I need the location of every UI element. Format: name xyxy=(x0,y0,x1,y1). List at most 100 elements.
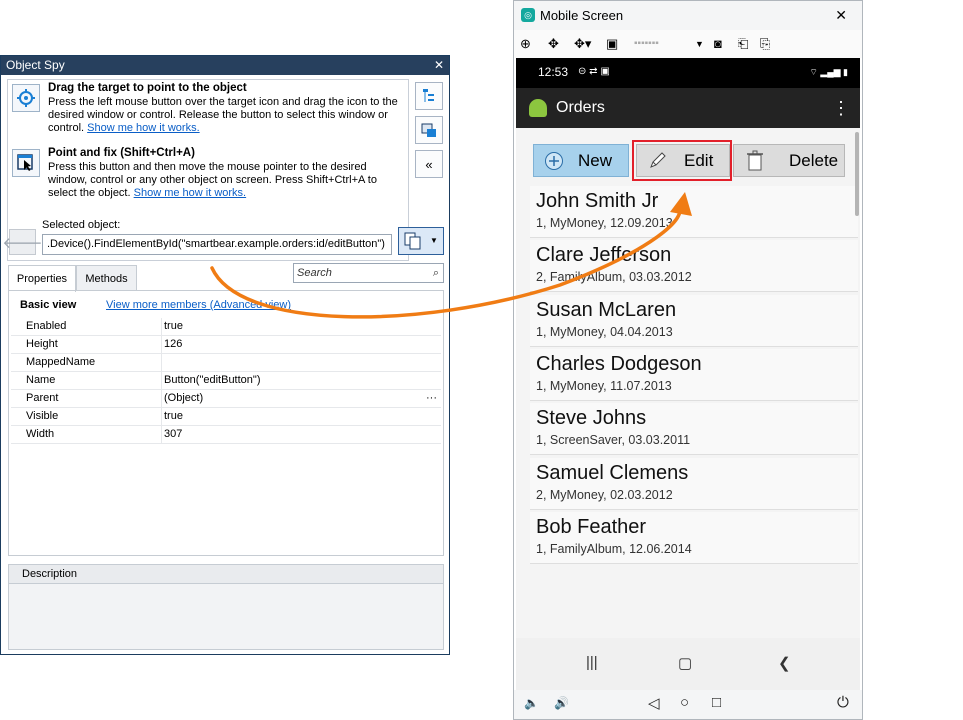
property-name: Name xyxy=(26,374,56,386)
property-value[interactable]: true xyxy=(161,408,443,425)
power-icon[interactable]: ⏻ xyxy=(837,694,849,711)
close-icon[interactable]: ✕ xyxy=(835,1,847,30)
overview-square-icon[interactable]: □ xyxy=(712,694,721,711)
android-icon xyxy=(529,99,547,117)
property-row[interactable]: Height 126 xyxy=(11,336,441,354)
list-item[interactable]: Charles Dodgeson 1, MyMoney, 11.07.2013 xyxy=(530,348,858,401)
object-browser-icon[interactable] xyxy=(415,116,443,144)
trash-icon xyxy=(746,150,764,182)
target-dropdown-icon[interactable]: ✥▾ xyxy=(574,35,591,53)
object-spy-title: Object Spy xyxy=(6,58,65,72)
app-icon: ◎ xyxy=(521,8,535,22)
zoom-in-icon[interactable]: ⊕ xyxy=(520,35,531,53)
host-controls-bar: 🔈 🔊 ◁ ○ □ ⏻ xyxy=(514,690,862,719)
properties-grid: Basic view View more members (Advanced v… xyxy=(8,290,444,556)
property-row[interactable]: Enabled true xyxy=(11,318,441,336)
back-icon[interactable]: ❮ xyxy=(778,654,791,672)
signal-battery-icon: ⌔ ▂▄▆ ▮ xyxy=(809,67,848,77)
screenshot-icon[interactable]: ◙ xyxy=(714,35,722,53)
delete-button[interactable]: Delete xyxy=(733,144,845,177)
order-customer: John Smith Jr xyxy=(536,190,659,212)
property-row[interactable]: Visible true xyxy=(11,408,441,426)
list-item[interactable]: Bob Feather 1, FamilyAlbum, 12.06.2014 xyxy=(530,511,858,564)
status-bar: 12:53 ⊝ ⇄ ▣ ⌔ ▂▄▆ ▮ xyxy=(516,58,860,88)
home-circle-icon[interactable]: ○ xyxy=(680,694,689,711)
action-bar: Orders ⋮ xyxy=(516,88,860,128)
overflow-menu-icon[interactable]: ⋮ xyxy=(832,88,850,128)
property-value[interactable]: true xyxy=(161,318,443,335)
mobile-screen-window: ◎ Mobile Screen ✕ ⊕ ✥ ✥▾ ▣ ▪▪▪▪▪▪▪ ▼ ◙ ⎗… xyxy=(513,0,863,720)
new-button[interactable]: New xyxy=(533,144,629,177)
device-selector[interactable]: ▪▪▪▪▪▪▪ xyxy=(634,35,659,53)
point-target-icon[interactable]: ✥ xyxy=(548,35,559,53)
drag-help-link[interactable]: Show me how it works. xyxy=(87,122,199,134)
back-triangle-icon[interactable]: ◁ xyxy=(648,694,660,712)
list-item[interactable]: Steve Johns 1, ScreenSaver, 03.03.2011 xyxy=(530,403,858,456)
order-customer: Charles Dodgeson xyxy=(536,352,702,375)
image-icon[interactable]: ▣ xyxy=(606,35,618,53)
tab-methods[interactable]: Methods xyxy=(76,265,137,291)
back-arrow-icon[interactable]: 🡐 xyxy=(2,229,43,255)
property-value[interactable] xyxy=(161,354,443,371)
device-screen: 12:53 ⊝ ⇄ ▣ ⌔ ▂▄▆ ▮ Orders ⋮ New Edit De… xyxy=(516,58,860,690)
property-name: Width xyxy=(26,428,55,440)
scrollbar[interactable] xyxy=(855,132,859,216)
rotate-device-icon[interactable]: ⎗ xyxy=(738,35,748,53)
selected-object-field[interactable]: .Device().FindElementById("smartbear.exa… xyxy=(42,234,392,255)
view-more-link[interactable]: View more members (Advanced view) xyxy=(106,299,291,311)
collapse-button[interactable]: « xyxy=(415,150,443,178)
order-detail: 1, MyMoney, 12.09.2013 xyxy=(536,216,673,230)
close-icon[interactable]: ✕ xyxy=(434,56,444,75)
property-value[interactable]: (Object) xyxy=(161,390,443,407)
order-customer: Bob Feather xyxy=(536,515,647,538)
basic-view-label: Basic view xyxy=(20,299,77,311)
chevron-down-icon[interactable]: ▼ xyxy=(695,35,704,53)
mobile-screen-title: Mobile Screen xyxy=(540,8,624,23)
property-value[interactable]: 126 xyxy=(161,336,443,353)
property-row[interactable]: Name Button("editButton") xyxy=(11,372,441,390)
target-crosshair-icon[interactable] xyxy=(12,84,40,112)
description-header: Description xyxy=(9,565,443,584)
order-customer: Susan McLaren xyxy=(536,298,677,321)
object-tree-icon[interactable] xyxy=(415,82,443,110)
new-button-label: New xyxy=(578,151,613,170)
list-item[interactable]: Susan McLaren 1, MyMoney, 04.04.2013 xyxy=(530,294,858,347)
recent-apps-icon[interactable]: ||| xyxy=(586,654,598,671)
tab-properties[interactable]: Properties xyxy=(8,265,76,292)
plus-circle-icon xyxy=(544,150,564,181)
list-item[interactable]: John Smith Jr 1, MyMoney, 12.09.2013 xyxy=(530,186,858,238)
chevron-down-icon[interactable]: ▼ xyxy=(430,236,438,245)
app-title: Orders xyxy=(556,99,605,116)
property-value[interactable]: 307 xyxy=(161,426,443,443)
list-item[interactable]: Clare Jefferson 2, FamilyAlbum, 03.03.201… xyxy=(530,240,858,293)
property-name: Parent xyxy=(26,392,59,404)
android-nav-bar: ||| ▢ ❮ xyxy=(516,638,860,690)
selected-object-label: Selected object: xyxy=(42,219,121,231)
volume-up-icon[interactable]: 🔊 xyxy=(554,696,569,710)
property-row[interactable]: MappedName xyxy=(11,354,441,372)
point-and-fix-icon[interactable] xyxy=(12,149,40,177)
property-value[interactable]: Button("editButton") xyxy=(161,372,443,389)
drag-title: Drag the target to point to the object xyxy=(48,82,247,94)
list-item[interactable]: Samuel Clemens 2, MyMoney, 02.03.2012 xyxy=(530,457,858,510)
property-row[interactable]: Width 307 xyxy=(11,426,441,444)
search-input[interactable]: Search ⌕ xyxy=(293,263,444,283)
device-orientation-icon[interactable]: ⎘ xyxy=(760,35,770,53)
order-detail: 1, ScreenSaver, 03.03.2011 xyxy=(536,433,691,448)
delete-button-label: Delete xyxy=(789,151,839,170)
order-detail: 1, MyMoney, 11.07.2013 xyxy=(536,378,672,393)
copy-object-button[interactable]: ▼ xyxy=(398,227,444,255)
orders-content: New Edit Delete John Smith Jr 1, MyMoney,… xyxy=(516,128,860,658)
order-detail: 2, FamilyAlbum, 03.03.2012 xyxy=(536,270,692,285)
copy-icon xyxy=(403,232,423,250)
ellipsis-button[interactable]: ··· xyxy=(426,390,437,407)
property-row[interactable]: Parent (Object) ··· xyxy=(11,390,441,408)
fix-help-link[interactable]: Show me how it works. xyxy=(134,187,246,199)
order-detail: 1, MyMoney, 04.04.2013 xyxy=(536,324,673,339)
property-name: Height xyxy=(26,338,58,350)
volume-down-icon[interactable]: 🔈 xyxy=(524,696,539,710)
description-panel: Description xyxy=(8,564,444,650)
home-icon[interactable]: ▢ xyxy=(678,654,692,672)
highlight-frame xyxy=(632,140,732,181)
notification-icons: ⊝ ⇄ ▣ xyxy=(578,66,610,77)
